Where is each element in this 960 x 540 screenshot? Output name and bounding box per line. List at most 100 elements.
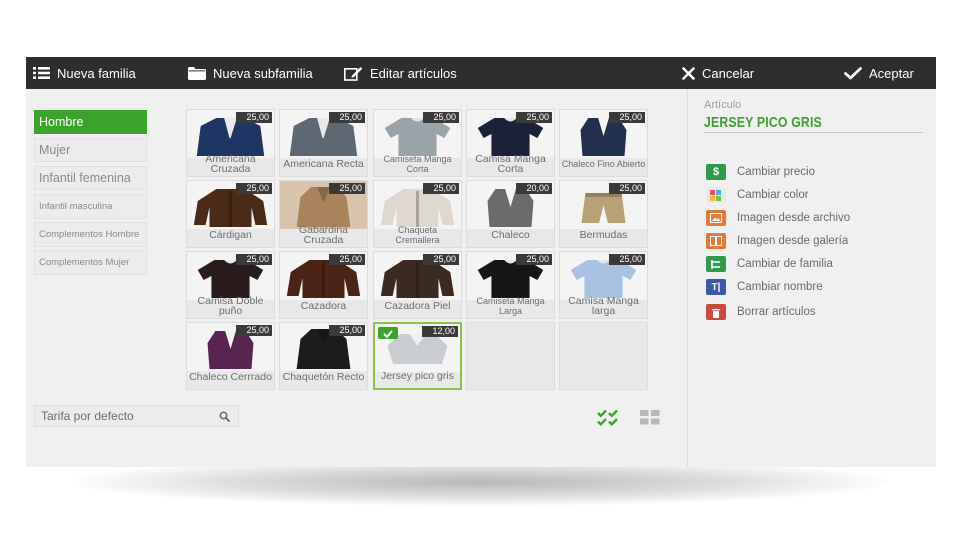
article-tile[interactable]: 25,00 Camisa Manga Corta xyxy=(466,109,555,177)
family-hombre[interactable]: Hombre xyxy=(34,110,147,134)
new-family-button[interactable]: Nueva familia xyxy=(33,57,136,89)
price-tag: 25,00 xyxy=(329,254,365,265)
article-tile[interactable]: 25,00 Cárdigan xyxy=(186,180,275,248)
family-complementos-hombre[interactable]: Complementos Hombre xyxy=(34,222,147,247)
article-name-label: Chaqueta Cremallera xyxy=(395,225,440,245)
gallery-icon xyxy=(706,233,726,249)
family-infantil-femenina[interactable]: Infantil femenina xyxy=(34,166,147,190)
family-mujer[interactable]: Mujer xyxy=(34,138,147,162)
trash-icon xyxy=(706,304,726,320)
action-label: Imagen desde archivo xyxy=(737,212,851,224)
new-subfamily-label: Nueva subfamilia xyxy=(213,65,313,81)
action-cambiar-precio[interactable]: $ Cambiar precio xyxy=(706,163,815,181)
accept-button[interactable]: Aceptar xyxy=(844,57,914,89)
rename-icon: T| xyxy=(706,279,726,295)
article-tile[interactable]: 12,00 Jersey pico gris xyxy=(373,322,462,390)
family-complementos-mujer[interactable]: Complementos Mujer xyxy=(34,250,147,275)
price-tag: 25,00 xyxy=(516,254,552,265)
price-tag: 25,00 xyxy=(236,254,272,265)
article-tile[interactable]: 25,00 Bermudas xyxy=(559,180,648,248)
price-tag: 25,00 xyxy=(609,183,645,194)
article-name-label: Americana Recta xyxy=(283,158,364,170)
article-name-label: Camiseta Manga Larga xyxy=(476,296,545,316)
tariff-search[interactable]: Tarifa por defecto xyxy=(34,405,239,427)
toolbar: Nueva familia Nueva subfamilia Editar ar… xyxy=(26,57,936,89)
action-label: Cambiar precio xyxy=(737,166,815,178)
article-name-label: Cárdigan xyxy=(209,229,252,241)
family-infantil-masculina[interactable]: Infantil masculina xyxy=(34,194,147,219)
article-tile[interactable]: 20,00 Chaleco xyxy=(466,180,555,248)
article-name-label: Camisa Doble puño xyxy=(197,295,264,317)
action-cambiar-nombre[interactable]: T| Cambiar nombre xyxy=(706,278,823,296)
price-tag: 25,00 xyxy=(329,325,365,336)
list-icon xyxy=(33,67,50,79)
action-label: Borrar artículos xyxy=(737,306,816,318)
new-subfamily-button[interactable]: Nueva subfamilia xyxy=(188,57,313,89)
edit-articles-button[interactable]: Editar artículos xyxy=(344,57,457,89)
selected-check-icon xyxy=(378,327,398,339)
article-tile[interactable]: 25,00 Chaleco Fino Abierto xyxy=(559,109,648,177)
price-tag: 25,00 xyxy=(423,112,459,123)
divider xyxy=(704,132,923,133)
family-label: Hombre xyxy=(39,115,84,129)
family-label: Mujer xyxy=(39,143,71,157)
article-name-label: Americana Cruzada xyxy=(205,153,256,175)
empty-slot xyxy=(559,322,648,390)
article-name-label: Bermudas xyxy=(579,229,628,241)
cancel-button[interactable]: Cancelar xyxy=(682,57,754,89)
action-cambiar-color[interactable]: Cambiar color xyxy=(706,186,809,204)
new-family-label: Nueva familia xyxy=(57,65,136,81)
article-name-label: Cazadora xyxy=(300,300,347,312)
action-imagen-desde-archivo[interactable]: Imagen desde archivo xyxy=(706,209,850,227)
action-borrar-artículos[interactable]: Borrar artículos xyxy=(706,303,816,321)
article-tile[interactable]: 25,00 Camisa Doble puño xyxy=(186,251,275,319)
folder-icon xyxy=(188,66,206,80)
tariff-label: Tarifa por defecto xyxy=(41,409,134,423)
article-name-label: Camisa Manga Corta xyxy=(475,153,546,175)
action-imagen-desde-galería[interactable]: Imagen desde galería xyxy=(706,232,848,250)
app-window: Nueva familia Nueva subfamilia Editar ar… xyxy=(26,57,936,467)
family-label: Complementos Hombre xyxy=(39,228,140,240)
article-tile[interactable]: 25,00 Chaleco Cerrrado xyxy=(186,322,275,390)
article-label: Artículo xyxy=(704,99,742,111)
price-tag: 25,00 xyxy=(609,112,645,123)
image-file-icon xyxy=(706,210,726,226)
edit-icon xyxy=(344,66,363,81)
article-tile[interactable]: 25,00 Chaquetón Recto xyxy=(279,322,368,390)
article-name-label: Chaleco xyxy=(491,229,530,241)
article-tile[interactable]: 25,00 Americana Recta xyxy=(279,109,368,177)
price-tag: 25,00 xyxy=(423,183,459,194)
price-tag: 25,00 xyxy=(329,183,365,194)
close-icon xyxy=(682,66,695,80)
dollar-icon: $ xyxy=(706,164,726,180)
price-tag: 25,00 xyxy=(423,254,459,265)
article-tile[interactable]: 25,00 Camiseta Manga Corta xyxy=(373,109,462,177)
action-label: Cambiar nombre xyxy=(737,281,823,293)
price-tag: 25,00 xyxy=(516,112,552,123)
accept-label: Aceptar xyxy=(869,65,914,81)
price-tag: 25,00 xyxy=(236,183,272,194)
article-tile[interactable]: 25,00 Gabardina Cruzada xyxy=(279,180,368,248)
article-tile[interactable]: 25,00 Americana Cruzada xyxy=(186,109,275,177)
price-tag: 25,00 xyxy=(236,112,272,123)
action-label: Imagen desde galería xyxy=(737,235,849,247)
check-icon xyxy=(844,66,862,80)
grid-view-icon[interactable] xyxy=(640,410,660,430)
article-panel: Artículo JERSEY PICO GRIS $ Cambiar preci… xyxy=(687,89,936,467)
price-tag: 25,00 xyxy=(236,325,272,336)
article-tile[interactable]: 25,00 Camisa Manga larga xyxy=(559,251,648,319)
action-label: Cambiar de familia xyxy=(737,258,833,270)
action-cambiar-de-familia[interactable]: Cambiar de familia xyxy=(706,255,833,273)
price-tag: 20,00 xyxy=(516,183,552,194)
article-tile[interactable]: 25,00 Cazadora Piel xyxy=(373,251,462,319)
article-tile[interactable]: 25,00 Chaqueta Cremallera xyxy=(373,180,462,248)
search-icon xyxy=(219,411,230,425)
article-name-label: Camisa Manga larga xyxy=(568,295,639,317)
article-tile[interactable]: 25,00 Camiseta Manga Larga xyxy=(466,251,555,319)
price-tag: 25,00 xyxy=(609,254,645,265)
edit-articles-label: Editar artículos xyxy=(370,65,457,81)
article-tile[interactable]: 25,00 Cazadora xyxy=(279,251,368,319)
select-all-icon[interactable] xyxy=(597,409,619,431)
price-tag: 25,00 xyxy=(329,112,365,123)
cancel-label: Cancelar xyxy=(702,65,755,81)
